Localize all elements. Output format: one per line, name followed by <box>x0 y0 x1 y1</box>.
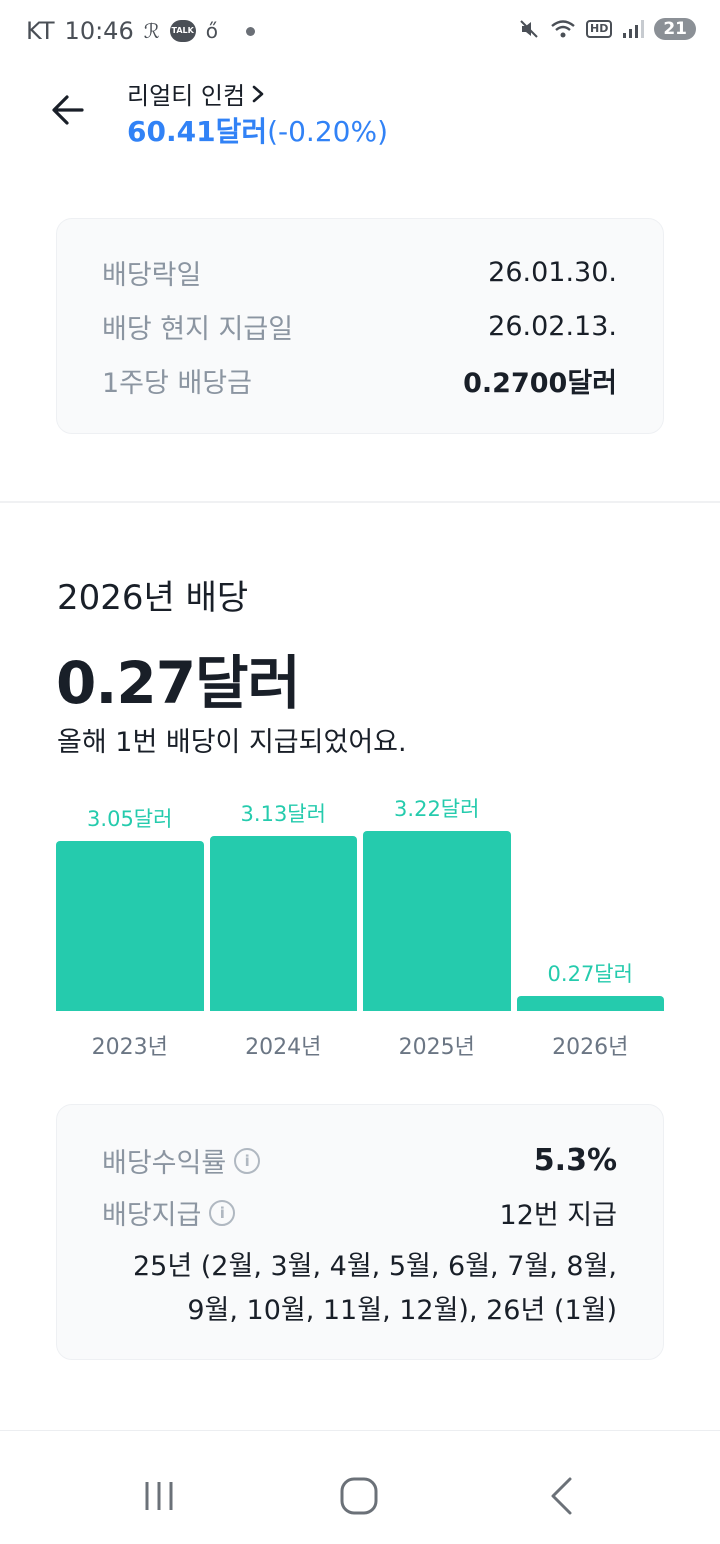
dividend-info-card: 배당락일 26.01.30. 배당 현지 지급일 26.02.13. 1주당 배… <box>56 218 664 434</box>
payment-info-icon[interactable]: i <box>209 1199 236 1226</box>
clock: 10:46 <box>64 17 134 45</box>
dividend-description: 올해 1번 배당이 지급되었어요. <box>57 727 407 758</box>
notification-icon: ő <box>205 19 218 43</box>
yield-label-group: 배당수익률 i <box>102 1141 261 1180</box>
bar-value-label: 3.13달러 <box>240 802 326 827</box>
yield-info-icon[interactable]: i <box>234 1147 261 1174</box>
status-right: HD 21 <box>518 18 696 40</box>
x-axis-tick-label: 2025년 <box>398 1035 475 1060</box>
payment-date-label: 배당 현지 지급일 <box>102 314 294 345</box>
annual-dividend-amount: 0.27달러 <box>56 649 301 717</box>
arrow-left-icon <box>52 95 84 125</box>
home-button[interactable] <box>329 1471 389 1521</box>
hd-voice-icon: HD <box>585 20 613 38</box>
section-title: 2026년 배당 <box>57 578 249 618</box>
back-icon <box>551 1477 572 1515</box>
x-axis-tick-label: 2024년 <box>245 1035 322 1060</box>
carrier-label: KT <box>26 17 55 45</box>
price-value: 60.41달러 <box>127 115 268 148</box>
mute-icon <box>520 20 538 38</box>
header: 리얼티 인컴 60.41달러(-0.20%) <box>0 70 720 160</box>
back-button[interactable] <box>44 86 92 134</box>
bar-2025년 <box>363 831 511 1011</box>
bar-2026년 <box>516 995 664 1011</box>
payment-date-row: 배당 현지 지급일 26.02.13. <box>102 307 617 346</box>
payment-months-line-2: 9월, 10월, 11월, 12월), 26년 (1월) <box>187 1295 617 1326</box>
recent-apps-button[interactable] <box>129 1471 189 1521</box>
bar-value-label: 3.22달러 <box>394 797 480 821</box>
payment-label-group: 배당지급 i <box>102 1193 236 1232</box>
yield-row: 배당수익률 i 5.3% <box>102 1141 617 1180</box>
payment-months-line-1: 25년 (2월, 3월, 4월, 5월, 6월, 7월, 8월, <box>132 1251 617 1282</box>
recent-apps-icon <box>145 1482 173 1510</box>
dividend-per-share-label: 1주당 배당금 <box>102 368 252 399</box>
system-nav-bar <box>0 1430 720 1544</box>
nav-back-button[interactable] <box>531 1471 591 1521</box>
yield-label: 배당수익률 <box>102 1148 227 1179</box>
chevron-right-icon <box>252 85 264 102</box>
dividend-bar-chart: 3.05달러 2023년 3.13달러 2024년 3.22달러 2025년 0.27달러 2… <box>56 780 664 1070</box>
dividend-per-share-value: 0.2700달러 <box>463 368 617 399</box>
yield-value: 5.3% <box>533 1143 617 1178</box>
battery-icon: 21 <box>654 18 696 40</box>
more-notifications-icon <box>245 26 255 36</box>
kakaotalk-icon: TALK <box>169 20 196 42</box>
status-left: KT 10:46 ℛ TALK ő <box>26 17 255 45</box>
payment-date-value: 26.02.13. <box>488 311 617 342</box>
stock-price: 60.41달러(-0.20%) <box>127 110 388 150</box>
price-change: (-0.20%) <box>267 115 388 148</box>
payment-label: 배당지급 <box>102 1200 202 1231</box>
app-r-icon: ℛ <box>143 19 160 43</box>
section-divider <box>0 501 720 503</box>
stock-name-link[interactable]: 리얼티 인컴 <box>127 76 265 111</box>
ex-dividend-label: 배당락일 <box>102 260 202 291</box>
yield-info-card: 배당수익률 i 5.3% 배당지급 i 12번 지급 25년 (2월, 3월, … <box>56 1104 664 1360</box>
wifi-icon <box>551 20 575 38</box>
payment-months: 25년 (2월, 3월, 4월, 5월, 6월, 7월, 8월, 9월, 10월… <box>77 1245 617 1333</box>
ex-dividend-row: 배당락일 26.01.30. <box>102 253 617 292</box>
x-axis-tick-label: 2023년 <box>91 1035 168 1060</box>
x-axis-tick-label: 2026년 <box>552 1035 629 1060</box>
ex-dividend-value: 26.01.30. <box>488 257 617 288</box>
bar-2023년 <box>56 840 204 1011</box>
bar-2024년 <box>209 836 357 1011</box>
status-bar: KT 10:46 ℛ TALK ő HD 21 <box>0 0 720 62</box>
signal-icon <box>623 20 645 38</box>
payment-count-row: 배당지급 i 12번 지급 <box>102 1193 617 1232</box>
dividend-per-share-row: 1주당 배당금 0.2700달러 <box>102 361 617 400</box>
payment-count-value: 12번 지급 <box>499 1200 617 1231</box>
home-icon <box>340 1477 378 1515</box>
stock-name: 리얼티 인컴 <box>127 82 246 110</box>
bar-value-label: 0.27달러 <box>547 961 633 986</box>
bar-value-label: 3.05달러 <box>87 806 173 831</box>
